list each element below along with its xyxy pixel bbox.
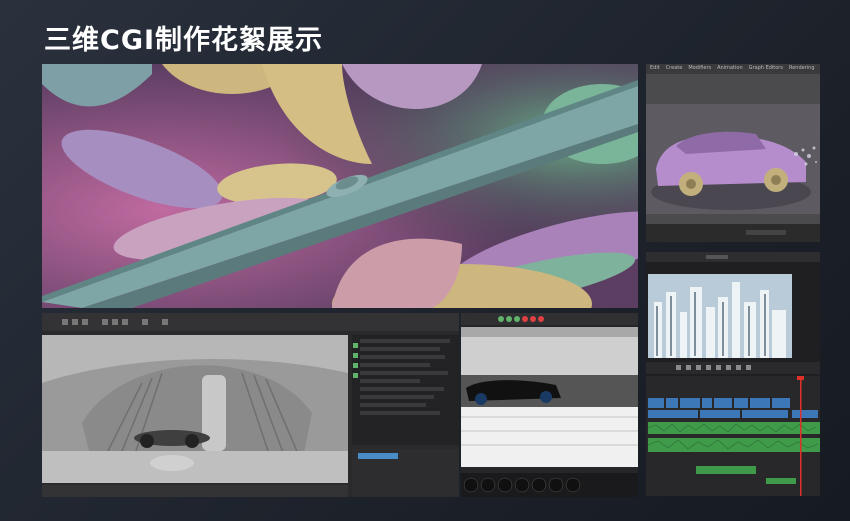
menu-item[interactable]: Create [666,65,683,73]
menu-item[interactable]: Modifiers [688,65,711,73]
clay-scene-illustration [42,64,638,308]
page-title: 三维CGI制作花絮展示 [44,25,324,56]
video-editor-panel[interactable] [646,252,820,496]
menu-item[interactable]: Edit [650,65,660,73]
node-editor-illustration [461,313,638,497]
main-clay-viewport[interactable] [42,64,638,308]
c4d-viewport-illustration [42,313,459,497]
video-editor-illustration [646,252,820,496]
car-viewport-illustration [646,74,820,242]
c4d-scene-panel[interactable] [42,313,459,497]
menu-item[interactable]: Graph Editors [749,65,783,73]
app-menubar: Edit Create Modifiers Animation Graph Ed… [646,64,820,74]
car-render-panel[interactable]: Edit Create Modifiers Animation Graph Ed… [646,64,820,242]
menu-item[interactable]: Animation [717,65,743,73]
menu-item[interactable]: Rendering [789,65,815,73]
node-compositor-panel[interactable] [461,313,638,497]
